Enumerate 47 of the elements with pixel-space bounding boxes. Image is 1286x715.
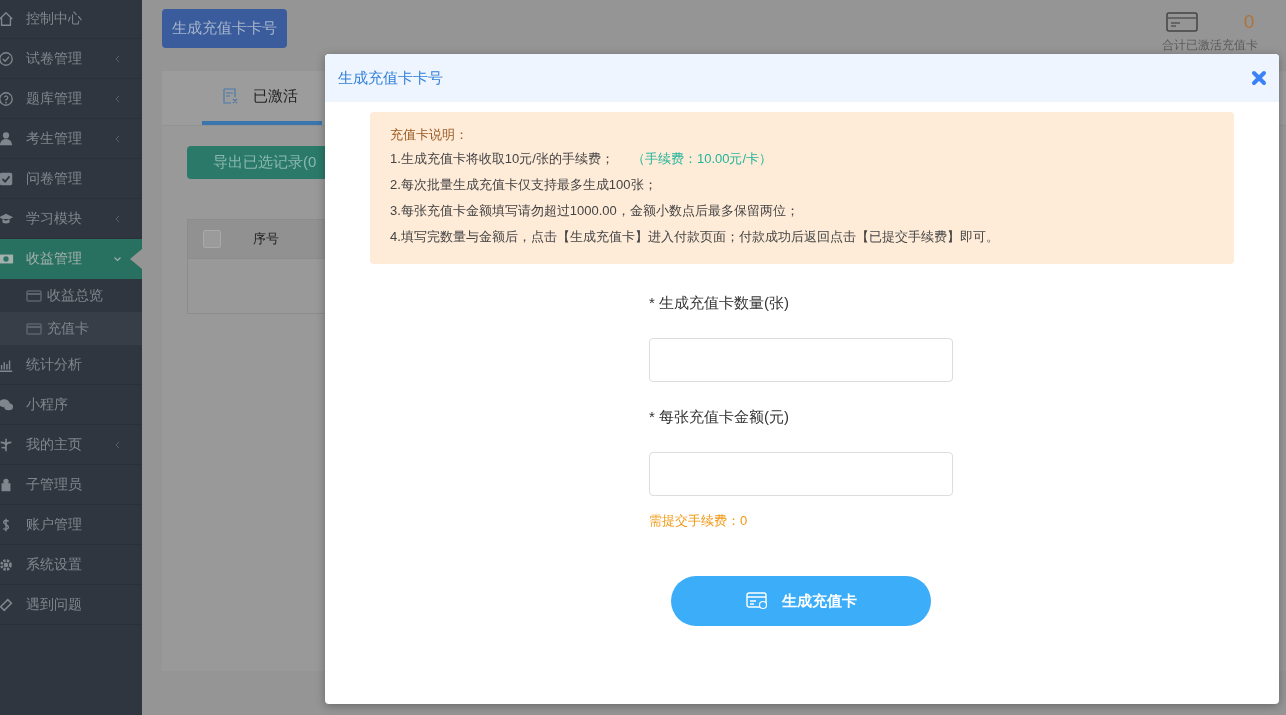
pointer-icon — [130, 249, 142, 269]
sidebar-subitem[interactable]: 充值卡 — [0, 312, 142, 345]
sidebar-item[interactable]: 题库管理 — [0, 79, 142, 119]
card-icon — [1166, 12, 1198, 32]
column-header: 序号 — [253, 230, 279, 248]
card-icon — [26, 289, 42, 302]
sidebar-item[interactable]: 统计分析 — [0, 345, 142, 385]
ticket-icon — [0, 596, 14, 613]
checkbox[interactable] — [203, 230, 221, 248]
sidebar-item[interactable]: 系统设置 — [0, 545, 142, 585]
card-icon — [745, 592, 768, 610]
notice-title: 充值卡说明： — [390, 126, 469, 144]
question-icon — [0, 90, 14, 107]
chat-bubbles-icon — [0, 396, 14, 413]
close-icon — [1251, 70, 1267, 86]
notice-line: 4.填写完数量与金额后，点击【生成充值卡】进入付款页面；付款成功后返回点击【已提交手续费】即可。 — [390, 228, 1000, 246]
leaf-icon — [0, 436, 14, 453]
settings-icon — [0, 556, 14, 573]
notice-line: 1.生成充值卡将收取10元/张的手续费； （手续费：10.00元/卡） — [390, 150, 774, 168]
input-field[interactable] — [649, 338, 953, 382]
sidebar-item[interactable]: 我的主页 — [0, 425, 142, 465]
card-icon — [26, 322, 42, 335]
sidebar-item[interactable]: 考生管理 — [0, 119, 142, 159]
generate-card-button[interactable]: 生成充值卡卡号 — [162, 9, 287, 48]
home-icon — [0, 10, 14, 27]
fee-note: 需提交手续费：0 — [649, 512, 749, 530]
modal-title: 生成充值卡卡号 — [338, 68, 443, 88]
field-label: * 生成充值卡数量(张) — [649, 294, 790, 313]
sidebar-item[interactable]: 遇到问题 — [0, 585, 142, 625]
sidebar-item[interactable]: 试卷管理 — [0, 39, 142, 79]
notice-line: 2.每次批量生成充值卡仅支持最多生成100张； — [390, 176, 658, 194]
field-label: * 每张充值卡金额(元) — [649, 408, 790, 427]
document-icon — [222, 88, 238, 104]
notice-line: 3.每张充值卡金额填写请勿超过1000.00，金额小数点后最多保留两位； — [390, 202, 800, 220]
sidebar-item[interactable]: 子管理员 — [0, 465, 142, 505]
stat-value: 0 — [1243, 11, 1256, 33]
input-field[interactable] — [649, 452, 953, 496]
generate-button[interactable]: 生成充值卡 — [671, 576, 931, 626]
sidebar-item[interactable]: 小程序 — [0, 385, 142, 425]
sidebar-item[interactable]: 问卷管理 — [0, 159, 142, 199]
user-icon — [0, 130, 14, 147]
sidebar-item[interactable]: 收益管理 — [0, 239, 142, 279]
sidebar-item[interactable]: 控制中心 — [0, 0, 142, 39]
tab[interactable]: 已激活 — [202, 71, 322, 125]
sidebar-item[interactable]: 账户管理 — [0, 505, 142, 545]
sidebar-subitem[interactable]: 收益总览 — [0, 279, 142, 312]
close-button[interactable] — [1251, 70, 1267, 86]
